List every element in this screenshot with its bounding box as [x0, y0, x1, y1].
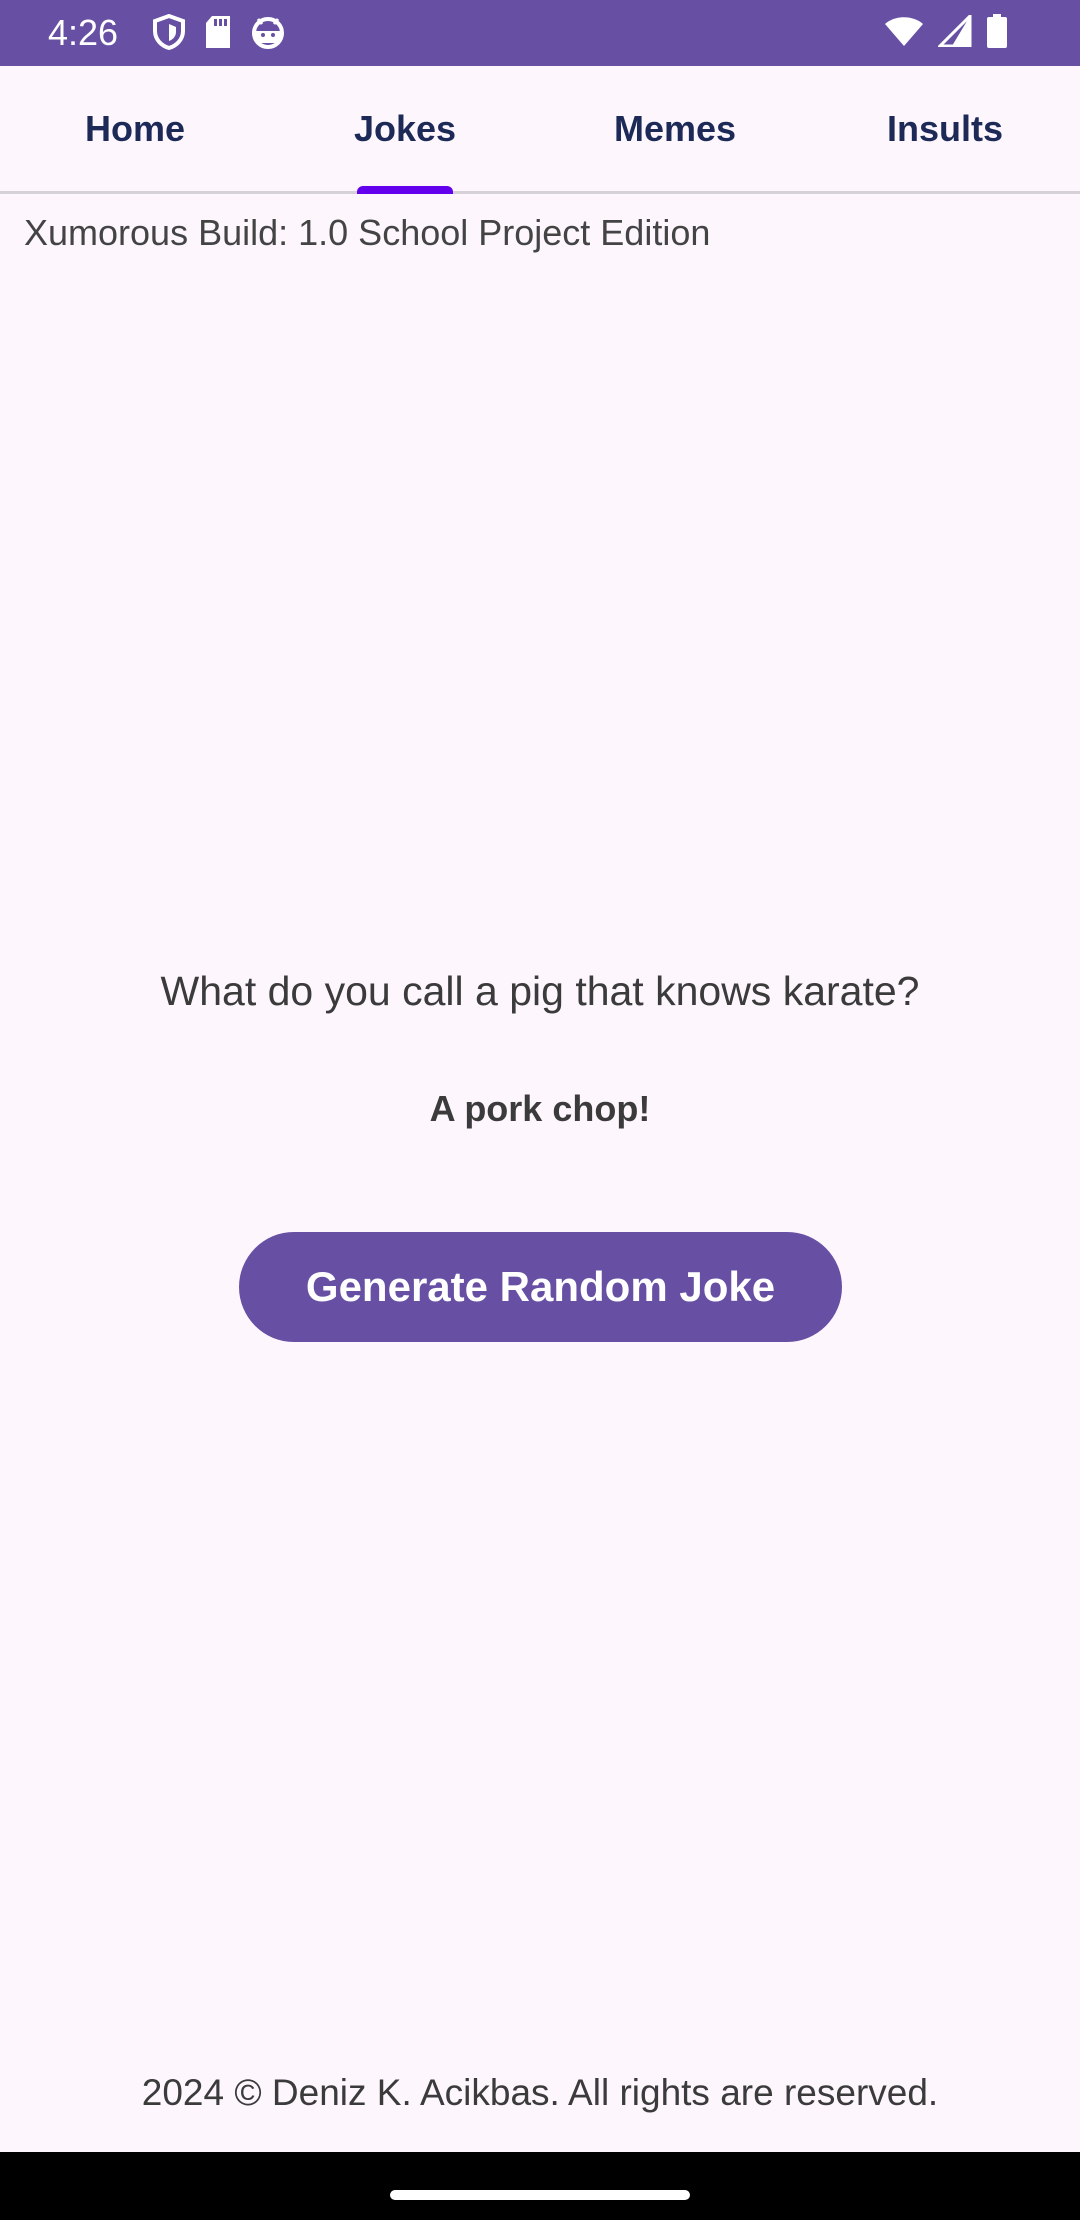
generate-random-joke-button[interactable]: Generate Random Joke [239, 1232, 842, 1342]
tab-selected-indicator [357, 186, 453, 194]
status-bar: 4:26 [0, 0, 1080, 66]
tab-jokes-label: Jokes [353, 107, 457, 149]
status-right-icons [884, 14, 1008, 48]
tab-home[interactable]: Home [0, 66, 270, 191]
joke-answer: A pork chop! [429, 1088, 651, 1129]
tab-jokes[interactable]: Jokes [270, 66, 540, 194]
home-gesture-handle[interactable] [390, 2190, 690, 2200]
tab-insults[interactable]: Insults [810, 66, 1080, 191]
sd-card-icon [204, 15, 232, 49]
tab-insults-label: Insults [886, 107, 1003, 149]
footer-copyright: 2024 © Deniz K. Acikbas. All rights are … [141, 2072, 939, 2113]
tab-bar: Home Jokes Memes Insults [0, 66, 1080, 194]
status-time: 4:26 [48, 12, 119, 53]
status-left-icons [152, 14, 286, 50]
build-label: Xumorous Build: 1.0 School Project Editi… [24, 212, 711, 253]
shield-icon [152, 14, 186, 50]
android-face-icon [250, 15, 286, 49]
joke-question: What do you call a pig that knows karate… [160, 968, 920, 1014]
system-navigation-bar [0, 2152, 1080, 2220]
signal-icon [938, 15, 972, 47]
tab-memes-label: Memes [613, 107, 737, 149]
wifi-icon [884, 15, 924, 47]
tab-memes[interactable]: Memes [540, 66, 810, 191]
battery-icon [986, 14, 1008, 48]
tab-home-label: Home [84, 107, 186, 149]
